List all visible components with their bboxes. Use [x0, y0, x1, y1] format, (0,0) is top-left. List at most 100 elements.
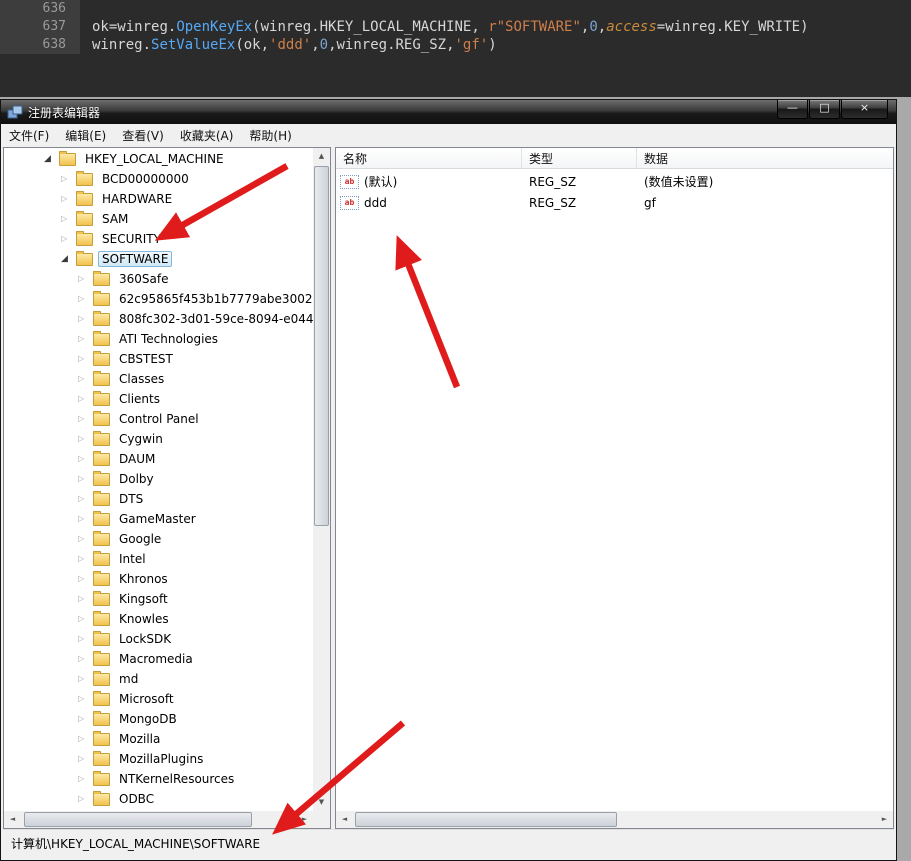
value-row[interactable]: ab(默认)REG_SZ(数值未设置)	[336, 171, 893, 192]
tree-item[interactable]: ▷LockSDK	[4, 629, 313, 649]
close-button[interactable]: ×	[841, 100, 888, 119]
code-line[interactable]: 638winreg.SetValueEx(ok,'ddd',0,winreg.R…	[0, 36, 911, 54]
expand-icon[interactable]: ▷	[78, 269, 92, 289]
tree-item[interactable]: ▷md	[4, 669, 313, 689]
tree-item[interactable]: ▷Macromedia	[4, 649, 313, 669]
tree-item[interactable]: ▷62c95865f453b1b7779abe3002e25	[4, 289, 313, 309]
menu-item[interactable]: 收藏夹(A)	[172, 125, 242, 146]
scroll-thumb[interactable]	[355, 812, 617, 827]
menu-item[interactable]: 查看(V)	[114, 125, 172, 146]
column-header[interactable]: 类型	[522, 148, 637, 168]
tree-item[interactable]: ▷Knowles	[4, 609, 313, 629]
scroll-left-icon[interactable]: ◄	[4, 811, 21, 828]
expand-icon[interactable]: ▷	[78, 589, 92, 609]
maximize-button[interactable]: □	[809, 100, 840, 119]
tree-item[interactable]: ▷Clients	[4, 389, 313, 409]
scroll-right-icon[interactable]: ►	[876, 811, 893, 828]
code-line[interactable]: 637ok=winreg.OpenKeyEx(winreg.HKEY_LOCAL…	[0, 18, 911, 36]
expand-icon[interactable]: ▷	[78, 509, 92, 529]
expand-icon[interactable]: ▷	[78, 629, 92, 649]
menu-item[interactable]: 帮助(H)	[241, 125, 299, 146]
expand-icon[interactable]: ▷	[78, 389, 92, 409]
tree-item[interactable]: ▷SECURITY	[4, 229, 313, 249]
tree-item[interactable]: ▷ODBC	[4, 789, 313, 809]
expand-icon[interactable]: ▷	[78, 309, 92, 329]
expand-icon[interactable]: ▷	[78, 349, 92, 369]
tree-item[interactable]: ▷NTKernelResources	[4, 769, 313, 789]
expand-icon[interactable]: ▷	[78, 369, 92, 389]
tree-item[interactable]: ▷Microsoft	[4, 689, 313, 709]
expand-icon[interactable]: ▷	[78, 529, 92, 549]
expand-icon[interactable]: ▷	[78, 609, 92, 629]
expand-icon[interactable]: ▷	[78, 469, 92, 489]
scroll-thumb[interactable]	[24, 812, 252, 827]
tree-item[interactable]: ▷Control Panel	[4, 409, 313, 429]
list-horizontal-scrollbar[interactable]: ◄ ►	[336, 811, 893, 828]
expand-icon[interactable]: ▷	[78, 649, 92, 669]
tree-item[interactable]: ▷360Safe	[4, 269, 313, 289]
scroll-up-icon[interactable]: ▲	[313, 148, 330, 165]
collapse-icon[interactable]: ◢	[61, 249, 75, 269]
scroll-right-icon[interactable]: ►	[296, 811, 313, 828]
scroll-left-icon[interactable]: ◄	[336, 811, 353, 828]
code-line[interactable]: 636	[0, 0, 911, 18]
scroll-thumb[interactable]	[314, 166, 329, 526]
tree-item[interactable]: ▷Google	[4, 529, 313, 549]
tree-item[interactable]: ▷808fc302-3d01-59ce-8094-e0443a	[4, 309, 313, 329]
expand-icon[interactable]: ▷	[78, 429, 92, 449]
minimize-button[interactable]: —	[777, 100, 808, 119]
expand-icon[interactable]: ▷	[78, 749, 92, 769]
tree-item[interactable]: ◢SOFTWARE	[4, 249, 313, 269]
value-list-pane[interactable]: 名称类型数据 ab(默认)REG_SZ(数值未设置)abdddREG_SZgf …	[335, 147, 894, 829]
expand-icon[interactable]: ▷	[78, 669, 92, 689]
expand-icon[interactable]: ▷	[78, 689, 92, 709]
tree-item-label: Dolby	[115, 471, 158, 487]
tree-item[interactable]: ▷Classes	[4, 369, 313, 389]
expand-icon[interactable]: ▷	[78, 569, 92, 589]
tree-vertical-scrollbar[interactable]: ▲ ▼	[313, 148, 330, 811]
tree-item[interactable]: ▷CBSTEST	[4, 349, 313, 369]
tree-horizontal-scrollbar[interactable]: ◄ ►	[4, 811, 313, 828]
value-row[interactable]: abdddREG_SZgf	[336, 192, 893, 213]
tree-item[interactable]: ▷MozillaPlugins	[4, 749, 313, 769]
expand-icon[interactable]: ▷	[78, 289, 92, 309]
expand-icon[interactable]: ▷	[78, 449, 92, 469]
tree-item[interactable]: ▷BCD00000000	[4, 169, 313, 189]
menu-item[interactable]: 文件(F)	[1, 125, 57, 146]
expand-icon[interactable]: ▷	[61, 189, 75, 209]
tree-item[interactable]: ▷SAM	[4, 209, 313, 229]
expand-icon[interactable]: ▷	[61, 209, 75, 229]
expand-icon[interactable]: ▷	[78, 489, 92, 509]
expand-icon[interactable]: ▷	[78, 409, 92, 429]
expand-icon[interactable]: ▷	[78, 769, 92, 789]
column-header[interactable]: 名称	[336, 148, 522, 168]
code-editor[interactable]: 636637ok=winreg.OpenKeyEx(winreg.HKEY_LO…	[0, 0, 911, 97]
expand-icon[interactable]: ▷	[61, 229, 75, 249]
menu-item[interactable]: 编辑(E)	[57, 125, 114, 146]
expand-icon[interactable]: ▷	[78, 329, 92, 349]
tree-item[interactable]: ▷ HARDWARE	[4, 189, 313, 209]
tree-item[interactable]: ▷DAUM	[4, 449, 313, 469]
tree-item[interactable]: ▷MongoDB	[4, 709, 313, 729]
tree-item[interactable]: ▷Intel	[4, 549, 313, 569]
expand-icon[interactable]: ▷	[61, 169, 75, 189]
tree-item[interactable]: ▷Mozilla	[4, 729, 313, 749]
tree-item[interactable]: ▷ Dolby	[4, 469, 313, 489]
tree-item[interactable]: ▷DTS	[4, 489, 313, 509]
collapse-icon[interactable]: ◢	[44, 149, 58, 169]
column-header[interactable]: 数据	[637, 148, 893, 168]
tree-item[interactable]: ▷ATI Technologies	[4, 329, 313, 349]
expand-icon[interactable]: ▷	[78, 729, 92, 749]
expand-icon[interactable]: ▷	[78, 709, 92, 729]
titlebar[interactable]: 注册表编辑器 —□×	[1, 100, 896, 124]
tree-item[interactable]: ▷Khronos	[4, 569, 313, 589]
tree-item-label: HARDWARE	[98, 191, 176, 207]
tree-item[interactable]: ▷GameMaster	[4, 509, 313, 529]
tree-item[interactable]: ▷Cygwin	[4, 429, 313, 449]
tree-item[interactable]: ▷Kingsoft	[4, 589, 313, 609]
tree-pane[interactable]: ◢HKEY_LOCAL_MACHINE▷BCD00000000▷HARDWARE…	[3, 147, 331, 829]
tree-item[interactable]: ◢HKEY_LOCAL_MACHINE	[4, 149, 313, 169]
expand-icon[interactable]: ▷	[78, 549, 92, 569]
expand-icon[interactable]: ▷	[78, 789, 92, 809]
scroll-down-icon[interactable]: ▼	[313, 794, 330, 811]
